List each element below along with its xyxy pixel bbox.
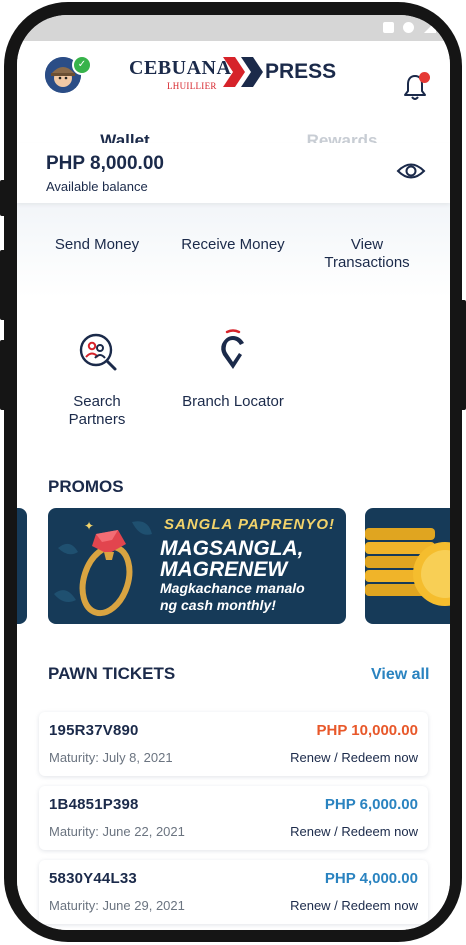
search-partners-label-2: Partners (68, 411, 126, 428)
logo-press: PRESS (265, 60, 337, 83)
view-transactions-label-2: Transactions (324, 254, 410, 271)
screen: ✓ CEBUANA LHUILLIER PRESS Wallet Rewards… (17, 15, 450, 930)
promo-banner-previous[interactable] (17, 508, 27, 624)
renew-redeem-link[interactable]: Renew / Redeem now (290, 824, 418, 839)
renew-redeem-link[interactable]: Renew / Redeem now (290, 750, 418, 765)
view-all-link[interactable]: View all (371, 666, 429, 684)
balance-amount: PHP 8,000.00 (46, 153, 164, 174)
location-pin-icon (221, 329, 244, 369)
notification-dot (419, 72, 430, 83)
logo-cebuana: CEBUANA (129, 57, 232, 79)
gold-coins-illustration (365, 528, 450, 606)
view-transactions-button[interactable]: View Transactions (307, 236, 427, 272)
eye-icon[interactable] (396, 161, 426, 181)
balance-label: Available balance (46, 179, 148, 194)
promo-title-line-2: MAGRENEW (160, 558, 288, 581)
branch-locator-button[interactable]: Branch Locator (167, 393, 299, 411)
renew-redeem-link[interactable]: Renew / Redeem now (290, 898, 418, 913)
phone-volume-up (0, 250, 6, 320)
promo-title-line-1: MAGSANGLA, (160, 537, 304, 560)
brand-logo: CEBUANA LHUILLIER PRESS (129, 57, 339, 95)
promo-subtitle: Magkachance manalo ng cash monthly! (160, 580, 305, 614)
verified-check-icon: ✓ (72, 55, 92, 75)
ticket-number: 195R37V890 (49, 722, 139, 739)
pawn-tickets-title: PAWN TICKETS (48, 664, 176, 683)
logo-lhuillier: LHUILLIER (167, 81, 217, 91)
search-partners-label-1: Search (73, 393, 121, 410)
send-money-label: Send Money (54, 236, 140, 253)
status-bar (17, 15, 450, 41)
view-transactions-label-1: View (350, 236, 384, 253)
logo-x-mark (223, 57, 263, 87)
status-circle-icon (403, 22, 414, 33)
promo-subtitle-line-1: Magkachance manalo (160, 580, 305, 596)
ticket-maturity: Maturity: June 29, 2021 (49, 898, 185, 913)
ring-illustration: ✦ (54, 519, 152, 617)
phone-side-button (0, 180, 6, 216)
ticket-number: 1B4851P398 (49, 796, 139, 813)
phone-volume-down (0, 340, 6, 410)
receive-money-label: Receive Money (181, 236, 285, 253)
phone-power-button (460, 300, 466, 410)
svg-text:✦: ✦ (84, 519, 94, 533)
promo-banner[interactable]: ✦ SANGLA PAPRENYO! MAGSANGLA, MAGRENEW M… (48, 508, 346, 624)
status-triangle-icon (424, 21, 436, 33)
promo-subtitle-line-2: ng cash monthly! (160, 597, 276, 613)
main-content: Send Money Receive Money View Transactio… (17, 211, 450, 930)
pawn-ticket-card[interactable]: 195R37V890 PHP 10,000.00 Maturity: July … (39, 712, 428, 776)
promos-title: PROMOS (48, 477, 124, 496)
send-money-button[interactable]: Send Money (37, 236, 157, 254)
promo-title: MAGSANGLA, MAGRENEW (160, 538, 304, 580)
receive-money-button[interactable]: Receive Money (167, 236, 299, 254)
status-square-icon (383, 22, 394, 33)
balance-card: PHP 8,000.00 Available balance (17, 143, 450, 203)
ticket-amount: PHP 6,000.00 (324, 796, 418, 813)
search-partners-icon (79, 333, 117, 371)
search-partners-button[interactable]: Search Partners (37, 393, 157, 429)
ticket-amount: PHP 4,000.00 (324, 870, 418, 887)
pawn-ticket-card[interactable]: 1B4851P398 PHP 6,000.00 Maturity: June 2… (39, 786, 428, 850)
promo-headline: SANGLA PAPRENYO! (164, 516, 336, 533)
branch-locator-label: Branch Locator (182, 393, 284, 410)
pawn-ticket-card[interactable]: 5830Y44L33 PHP 4,000.00 Maturity: June 2… (39, 860, 428, 924)
ticket-maturity: Maturity: June 22, 2021 (49, 824, 185, 839)
ticket-amount: PHP 10,000.00 (316, 722, 418, 739)
ticket-number: 5830Y44L33 (49, 870, 137, 887)
ticket-maturity: Maturity: July 8, 2021 (49, 750, 173, 765)
promo-banner-next[interactable] (365, 508, 450, 624)
